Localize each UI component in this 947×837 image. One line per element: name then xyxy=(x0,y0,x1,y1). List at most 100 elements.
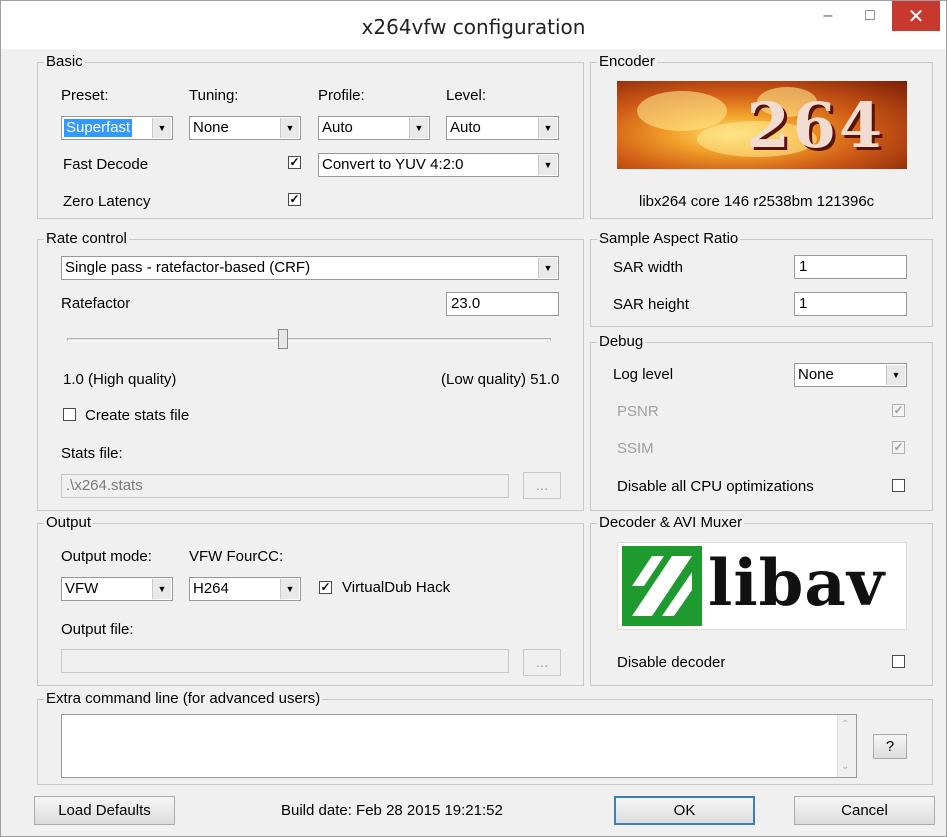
browse-label: ... xyxy=(535,477,549,494)
tuning-label: Tuning: xyxy=(189,87,239,104)
level-label: Level: xyxy=(446,87,487,104)
output-browse-button: ... xyxy=(523,649,561,676)
debug-group-title: Debug xyxy=(597,333,646,351)
disable-decoder-label: Disable decoder xyxy=(617,654,726,671)
level-value: Auto xyxy=(450,119,481,136)
sar-height-label: SAR height xyxy=(613,296,689,313)
scroll-down-icon: ⌄ xyxy=(841,761,850,772)
output-group-title: Output xyxy=(44,514,94,532)
help-label: ? xyxy=(885,738,895,755)
title-bar[interactable]: x264vfw configuration – □ ✕ xyxy=(1,1,946,49)
virtualdub-hack-label: VirtualDub Hack xyxy=(342,579,451,596)
chevron-down-icon: ▼ xyxy=(152,118,171,138)
checkmark-icon: ✓ xyxy=(893,440,904,454)
libav-logo-text: libav xyxy=(708,546,886,621)
output-mode-value: VFW xyxy=(65,580,99,597)
checkmark-icon: ✓ xyxy=(289,192,300,206)
create-stats-label: Create stats file xyxy=(85,407,190,424)
preset-value: Superfast xyxy=(64,119,133,137)
psnr-checkbox: ✓ xyxy=(892,404,905,417)
level-select[interactable]: Auto ▼ xyxy=(446,116,559,140)
extra-group-title: Extra command line (for advanced users) xyxy=(44,690,323,708)
close-icon: ✕ xyxy=(907,5,925,28)
window-title: x264vfw configuration xyxy=(361,15,586,39)
chevron-down-icon: ▼ xyxy=(409,118,428,138)
fourcc-value: H264 xyxy=(193,580,229,597)
decoder-group-title: Decoder & AVI Muxer xyxy=(597,514,745,532)
profile-select[interactable]: Auto ▼ xyxy=(318,116,430,140)
x264-logo: 264 xyxy=(617,81,907,169)
disable-cpu-label: Disable all CPU optimizations xyxy=(617,478,814,495)
basic-group-title: Basic xyxy=(44,53,85,71)
preset-select[interactable]: Superfast ▼ xyxy=(61,116,173,140)
chevron-down-icon: ▼ xyxy=(280,579,299,599)
stats-file-input: .\x264.stats xyxy=(61,474,509,498)
checkmark-icon: ✓ xyxy=(320,580,331,594)
sar-width-label: SAR width xyxy=(613,259,684,276)
help-button[interactable]: ? xyxy=(873,734,907,759)
fourcc-label: VFW FourCC: xyxy=(189,548,284,565)
maximize-button[interactable]: □ xyxy=(849,1,891,31)
ratefactor-label: Ratefactor xyxy=(61,295,131,312)
create-stats-checkbox[interactable] xyxy=(63,408,76,421)
encoder-version: libx264 core 146 r2538bm 121396c xyxy=(639,193,875,210)
slider-min-label: 1.0 (High quality) xyxy=(63,371,177,388)
extra-command-input[interactable]: ⌃ ⌄ xyxy=(61,714,857,778)
output-mode-select[interactable]: VFW ▼ xyxy=(61,577,173,601)
virtualdub-hack-checkbox[interactable]: ✓ xyxy=(319,581,332,594)
load-defaults-label: Load Defaults xyxy=(58,802,151,819)
profile-value: Auto xyxy=(322,119,353,136)
colorspace-value: Convert to YUV 4:2:0 xyxy=(322,156,464,173)
rate-control-mode-select[interactable]: Single pass - ratefactor-based (CRF) ▼ xyxy=(61,256,559,280)
fast-decode-checkbox[interactable]: ✓ xyxy=(288,156,301,169)
ratefactor-slider-track[interactable] xyxy=(67,338,551,341)
stats-file-label: Stats file: xyxy=(61,445,123,462)
colorspace-select[interactable]: Convert to YUV 4:2:0 ▼ xyxy=(318,153,559,177)
build-date: Build date: Feb 28 2015 19:21:52 xyxy=(281,802,503,819)
log-level-select[interactable]: None ▼ xyxy=(794,363,907,387)
disable-decoder-checkbox[interactable] xyxy=(892,655,905,668)
log-level-value: None xyxy=(798,366,834,383)
ratefactor-input[interactable]: 23.0 xyxy=(446,292,559,316)
checkmark-icon: ✓ xyxy=(893,403,904,417)
checkmark-icon: ✓ xyxy=(289,155,300,169)
preset-label: Preset: xyxy=(61,87,109,104)
chevron-down-icon: ▼ xyxy=(538,258,557,278)
fast-decode-label: Fast Decode xyxy=(63,156,149,173)
ssim-checkbox: ✓ xyxy=(892,441,905,454)
stats-browse-button: ... xyxy=(523,472,561,499)
sar-height-value: 1 xyxy=(799,295,808,312)
minimize-button[interactable]: – xyxy=(807,1,849,31)
profile-label: Profile: xyxy=(318,87,365,104)
chevron-down-icon: ▼ xyxy=(280,118,299,138)
chevron-down-icon: ▼ xyxy=(152,579,171,599)
config-window: x264vfw configuration – □ ✕ Basic Preset… xyxy=(0,0,947,837)
tuning-value: None xyxy=(193,119,229,136)
ok-label: OK xyxy=(673,802,696,819)
extra-scrollbar[interactable]: ⌃ ⌄ xyxy=(837,715,856,777)
zero-latency-checkbox[interactable]: ✓ xyxy=(288,193,301,206)
fourcc-select[interactable]: H264 ▼ xyxy=(189,577,301,601)
libav-logo-icon xyxy=(622,546,702,626)
ratefactor-slider-thumb[interactable] xyxy=(278,329,288,349)
x264-logo-text: 264 xyxy=(746,89,885,162)
close-button[interactable]: ✕ xyxy=(892,1,940,31)
stats-file-value: .\x264.stats xyxy=(66,477,143,494)
minimize-icon: – xyxy=(823,7,833,24)
chevron-down-icon: ▼ xyxy=(886,365,905,385)
output-file-label: Output file: xyxy=(61,621,134,638)
sar-width-input[interactable]: 1 xyxy=(794,255,907,279)
disable-cpu-checkbox[interactable] xyxy=(892,479,905,492)
chevron-down-icon: ▼ xyxy=(538,118,557,138)
rate-control-group-title: Rate control xyxy=(44,230,129,248)
maximize-icon: □ xyxy=(865,7,875,24)
output-mode-label: Output mode: xyxy=(61,548,152,565)
libav-logo: libav xyxy=(617,542,907,630)
load-defaults-button[interactable]: Load Defaults xyxy=(34,796,175,825)
cancel-button[interactable]: Cancel xyxy=(794,796,935,825)
tuning-select[interactable]: None ▼ xyxy=(189,116,301,140)
cancel-label: Cancel xyxy=(841,802,888,819)
ok-button[interactable]: OK xyxy=(614,796,755,825)
sar-height-input[interactable]: 1 xyxy=(794,292,907,316)
zero-latency-label: Zero Latency xyxy=(63,193,151,210)
